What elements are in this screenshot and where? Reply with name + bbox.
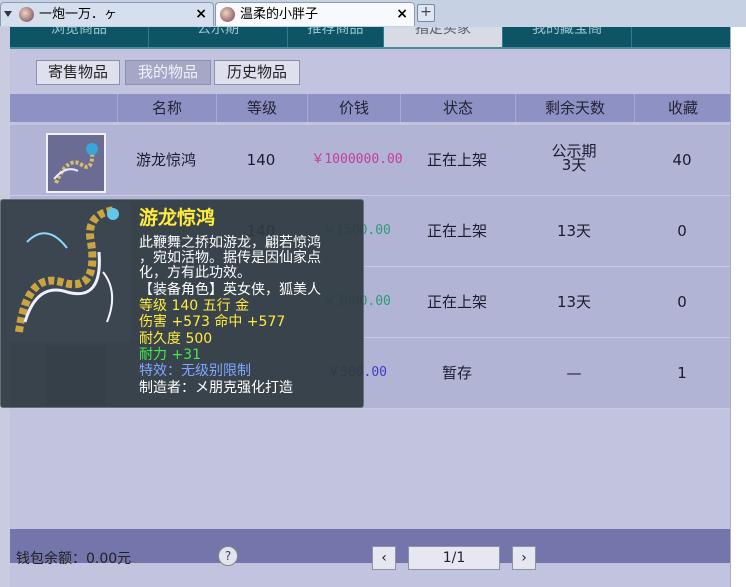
col-days-left: 剩余天数 [515,94,634,122]
game-tab-strip: 浏览商品 公示期 推荐商品 指定买家 我的藏宝阁 [10,27,730,49]
item-tooltip: 游龙惊鸿 此鞭舞之挢如游龙，翩若惊鸿 ，宛如活物。据传是因仙家点 化，方有此功效… [0,199,364,408]
filter-consign-button[interactable]: 寄售物品 [36,60,120,85]
browser-tab-title: 温柔的小胖子 [240,7,319,22]
role-value: 英女侠，狐美人 [223,282,321,298]
tab-notice[interactable]: 公示期 [149,27,288,47]
tooltip-desc-line: 化，方有此功效。 [139,265,251,281]
role-label: 【装备角色】 [139,282,223,298]
tooltip-role: 【装备角色】英女侠，狐美人 [139,283,321,297]
next-page-button[interactable]: › [512,546,536,570]
whip-item-icon [7,202,131,342]
tooltip-stats-line2: 伤害 +573 命中 +577 [139,314,286,330]
tooltip-maker: 制造者：メ朋克强化打造 [139,380,293,396]
table-header: 名称 等级 价钱 状态 剩余天数 收藏 [10,94,730,122]
col-price: 价钱 [307,94,400,122]
browser-tab-1[interactable]: 一炮一万．ヶ × [0,2,214,26]
item-favorites: 0 [677,293,687,311]
table-row[interactable]: 游龙惊鸿 140 ￥1000000.00 正在上架 公示期 3天 40 [10,125,730,196]
tooltip-special: 特效：无级别限制 [139,363,251,379]
item-status: 正在上架 [426,222,487,240]
item-days-left: 公示期 3天 [515,125,633,195]
wallet-balance: 钱包余额：0.00元 [16,551,132,567]
col-level: 等级 [216,94,307,122]
new-tab-plus-icon[interactable]: + [417,4,435,22]
close-tab-icon[interactable]: × [195,3,207,26]
item-days-left: 13天 [556,293,592,311]
days-left-line2: 3天 [561,156,587,174]
col-favorites: 收藏 [634,94,731,122]
col-status: 状态 [400,94,515,122]
tab-menu-chevron-down-icon[interactable] [4,11,12,17]
item-status: 正在上架 [426,151,487,169]
tab-my-treasure[interactable]: 我的藏宝阁 [503,27,632,47]
item-level: 140 [246,151,276,169]
item-status: 正在上架 [426,293,487,311]
item-status: 暂存 [441,364,472,382]
avatar-icon [19,7,34,22]
prev-page-button[interactable]: ‹ [372,546,396,570]
right-scrollbar[interactable] [730,27,746,587]
item-favorites: 1 [677,364,687,382]
tab-browse[interactable]: 浏览商品 [10,27,149,47]
browser-tab-title: 一炮一万．ヶ [39,7,118,22]
close-tab-icon[interactable]: × [396,3,408,26]
avatar-icon [220,7,235,22]
item-favorites: 0 [677,222,687,240]
item-favorites: 40 [672,151,692,169]
item-days-left: 13天 [556,222,592,240]
help-icon[interactable]: ? [218,546,238,566]
item-name: 游龙惊鸿 [135,151,196,169]
tab-designated-buyer[interactable]: 指定买家 [384,27,503,47]
item-days-left: — [566,364,582,382]
col-name: 名称 [117,94,216,122]
tooltip-stamina: 耐力 +31 [139,347,201,363]
whip-item-icon [46,133,106,193]
filter-history-button[interactable]: 历史物品 [214,60,300,85]
tooltip-desc-line: 此鞭舞之挢如游龙，翩若惊鸿 [139,235,321,251]
tooltip-desc-line: ，宛如活物。据传是因仙家点 [139,250,321,266]
item-price: ￥1000000.00 [311,152,403,167]
tooltip-durability: 耐久度 500 [139,331,213,347]
tab-recommended[interactable]: 推荐商品 [288,27,384,47]
filter-my-items-button[interactable]: 我的物品 [125,60,211,85]
page-indicator: 1/1 [408,546,500,570]
tooltip-stats-line1: 等级 140 五行 金 [139,298,250,314]
browser-tab-2[interactable]: 温柔的小胖子 × [215,2,415,26]
tooltip-title: 游龙惊鸿 [139,207,216,229]
browser-tab-bar: 一炮一万．ヶ × 温柔的小胖子 × + [0,0,746,28]
